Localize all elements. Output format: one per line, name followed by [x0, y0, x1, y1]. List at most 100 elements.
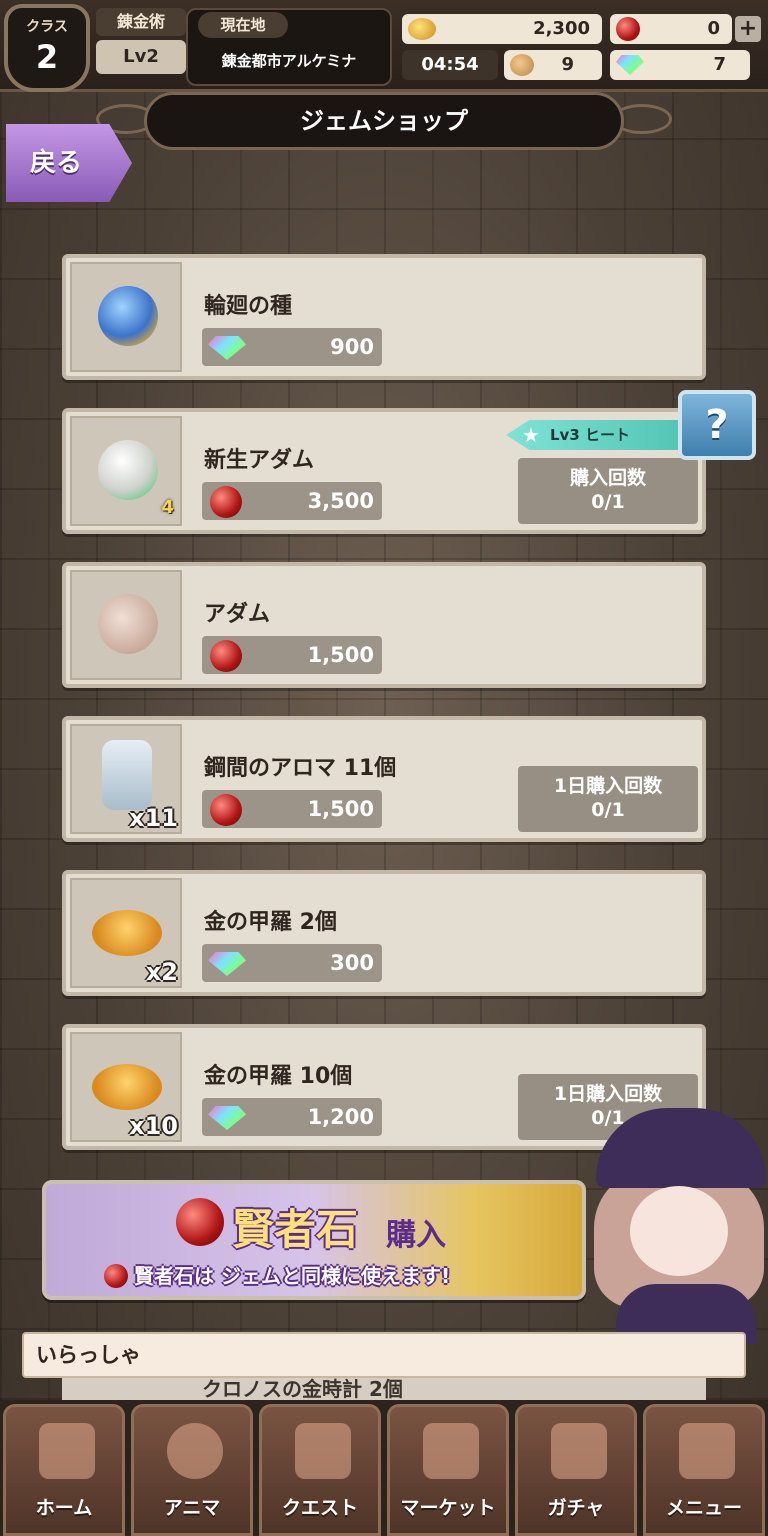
shop-item-card[interactable]: 4 新生アダム 3,500 ★ Lv3 ヒート 購入回数 0/1 — [62, 408, 706, 534]
gem-value: 7 — [713, 54, 726, 75]
gacha-chest-icon — [551, 1423, 607, 1479]
item-name: 金の甲羅 10個 — [204, 1064, 353, 1089]
ruby-icon — [210, 640, 242, 672]
aroma-bottle-icon — [102, 740, 152, 810]
page-title: ジェムショップ — [144, 92, 624, 150]
price-box: 3,500 — [202, 482, 382, 520]
banner-subtitle: 賢者石は ジェムと同様に使えます! — [134, 1264, 451, 1288]
item-name: 金の甲羅 2個 — [204, 910, 337, 935]
carriage-icon — [39, 1423, 95, 1479]
title-frame: ジェムショップ — [96, 92, 672, 154]
shop-item-card[interactable]: 輪廻の種 900 — [62, 254, 706, 380]
nav-gacha[interactable]: ガチャ — [515, 1404, 637, 1536]
price-box: 1,500 — [202, 636, 382, 674]
npc-face — [630, 1186, 728, 1276]
coin-icon — [408, 18, 436, 40]
nav-label: ホーム — [35, 1497, 93, 1519]
daily-limit-box: 1日購入回数 0/1 — [518, 766, 698, 832]
dialogue-box[interactable]: いらっしゃ — [22, 1332, 746, 1378]
ruby-icon — [616, 17, 640, 41]
shopkeeper-character — [586, 1108, 768, 1344]
gem-counter: 7 — [610, 50, 750, 80]
purchase-limit-value: 0/1 — [591, 491, 625, 513]
shop-item-card[interactable]: x11 鋼間のアロマ 11個 1,500 1日購入回数 0/1 — [62, 716, 706, 842]
ruby-icon — [210, 794, 242, 826]
item-name: 鋼間のアロマ 11個 — [204, 756, 397, 781]
add-ruby-button[interactable]: + — [735, 16, 761, 42]
location-label: 現在地 — [198, 12, 288, 38]
seed-icon — [98, 286, 158, 346]
nav-home[interactable]: ホーム — [3, 1404, 125, 1536]
shop-item-card[interactable]: x2 金の甲羅 2個 300 — [62, 870, 706, 996]
location-name: 錬金都市アルケミナ — [221, 52, 357, 70]
class-value: 2 — [35, 38, 59, 76]
daily-limit-label: 1日購入回数 — [553, 1083, 663, 1105]
location-box[interactable]: 現在地 錬金都市アルケミナ — [186, 8, 392, 86]
price-value: 1,200 — [307, 1105, 374, 1129]
ruby-icon — [176, 1198, 224, 1246]
item-name: 輪廻の種 — [204, 294, 293, 319]
item-quantity: x11 — [129, 804, 178, 832]
anima-icon — [167, 1423, 223, 1479]
quest-map-icon — [295, 1423, 351, 1479]
nav-menu[interactable]: メニュー — [643, 1404, 765, 1536]
daily-limit-value: 0/1 — [591, 799, 625, 821]
nav-label: ガチャ — [547, 1497, 605, 1519]
market-icon — [423, 1423, 479, 1479]
price-value: 900 — [330, 335, 374, 359]
price-box: 900 — [202, 328, 382, 366]
ruby-small-icon — [104, 1264, 128, 1288]
nav-label: クエスト — [281, 1497, 358, 1519]
price-box: 300 — [202, 944, 382, 982]
gem-icon — [616, 55, 644, 75]
coin-value: 2,300 — [533, 18, 590, 39]
alchemy-label: 錬金術 — [96, 8, 186, 36]
price-value: 300 — [330, 951, 374, 975]
status-header: クラス 2 錬金術 Lv2 現在地 錬金都市アルケミナ 2,300 0 + 04… — [0, 0, 768, 92]
item-name: アダム — [204, 602, 271, 627]
ruby-counter: 0 — [610, 14, 732, 44]
nav-label: マーケット — [400, 1497, 496, 1519]
item-quantity: x10 — [129, 1112, 178, 1140]
class-label: クラス — [26, 19, 68, 35]
stamina-timer: 04:54 — [402, 50, 498, 80]
banner-title: 賢者石 — [232, 1205, 359, 1254]
level-tag-label: Lv3 ヒート — [550, 426, 630, 444]
purchase-limit-box: 購入回数 0/1 — [518, 458, 698, 524]
coin-counter: 2,300 — [402, 14, 602, 44]
star-icon: ★ — [522, 423, 540, 447]
gold-shell-icon — [92, 910, 162, 956]
banner-title-suffix: 購入 — [386, 1218, 446, 1253]
class-badge: クラス 2 — [4, 4, 90, 92]
item-quantity: x2 — [145, 958, 178, 986]
adam-skull-icon — [98, 440, 158, 500]
shop-item-card[interactable]: アダム 1,500 — [62, 562, 706, 688]
item-thumbnail: 4 — [70, 416, 182, 526]
cookie-counter: 9 — [504, 50, 602, 80]
ruby-value: 0 — [707, 18, 720, 39]
ruby-icon — [210, 486, 242, 518]
nav-anima[interactable]: アニマ — [131, 1404, 253, 1536]
item-name: 新生アダム — [204, 448, 315, 473]
nav-label: メニュー — [665, 1497, 742, 1519]
price-value: 3,500 — [307, 489, 374, 513]
nav-market[interactable]: マーケット — [387, 1404, 509, 1536]
alchemy-level: Lv2 — [96, 40, 186, 74]
item-thumbnail: x2 — [70, 878, 182, 988]
adam-icon — [98, 594, 158, 654]
item-thumbnail: x11 — [70, 724, 182, 834]
item-thumbnail: x10 — [70, 1032, 182, 1142]
bottom-navigation: ホーム アニマ クエスト マーケット ガチャ メニュー — [0, 1400, 768, 1536]
help-button[interactable]: ? — [678, 390, 756, 460]
daily-limit-label: 1日購入回数 — [553, 775, 663, 797]
nav-quest[interactable]: クエスト — [259, 1404, 381, 1536]
sage-stone-purchase-banner[interactable]: 賢者石 購入 賢者石は ジェムと同様に使えます! — [42, 1180, 586, 1300]
gem-icon — [208, 1106, 246, 1130]
back-button[interactable]: 戻る — [6, 124, 132, 202]
item-thumbnail — [70, 570, 182, 680]
price-value: 1,500 — [307, 797, 374, 821]
gem-icon — [208, 952, 246, 976]
level-digit: 4 — [161, 497, 174, 518]
cookie-value: 9 — [561, 54, 574, 75]
price-value: 1,500 — [307, 643, 374, 667]
